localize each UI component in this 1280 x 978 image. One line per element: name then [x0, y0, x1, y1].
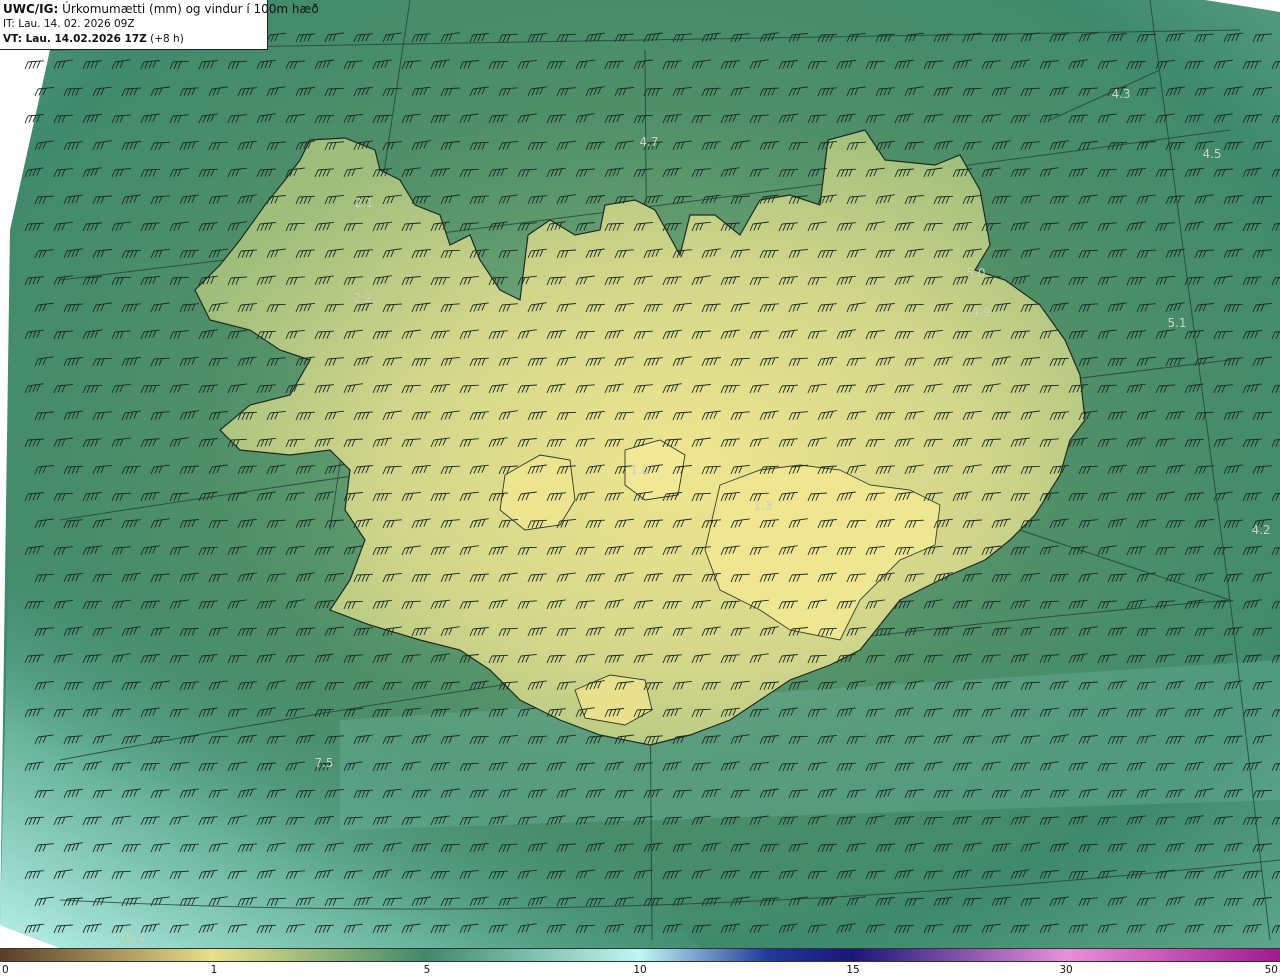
map-value-label: 5.1: [1167, 316, 1187, 330]
issue-time: IT: Lau. 14. 02. 2026 09Z: [3, 18, 135, 30]
header-info-box: UWC/IG: Úrkomumætti (mm) og vindur í 100…: [0, 0, 319, 50]
legend-tick: 0: [2, 964, 9, 976]
colorbar: [0, 948, 1280, 962]
legend-tick: 30: [1059, 964, 1073, 976]
map-value-label: 2.1: [354, 196, 374, 210]
map-value-label: 4.2: [1251, 523, 1271, 537]
map-title: Úrkomumætti (mm) og vindur í 100m hæð: [62, 2, 319, 16]
legend-tick: 1: [210, 964, 218, 976]
map-value-label: 4.7: [639, 135, 659, 149]
wind-barb: [24, 60, 44, 70]
legend-tick: 15: [846, 964, 860, 976]
header-title-line: UWC/IG: Úrkomumætti (mm) og vindur í 100…: [3, 2, 319, 17]
map-value-label: 4.5: [1202, 147, 1222, 161]
color-legend: 0 1 5 10 15 30 50: [0, 948, 1280, 978]
legend-tick: 50: [1264, 964, 1278, 976]
map-value-label: 7.5: [314, 756, 334, 770]
valid-time-line: VT: Lau. 14.02.2026 17Z (+8 h): [3, 32, 267, 47]
map-value-label: 1.3: [753, 499, 773, 513]
forecast-offset: (+8 h): [150, 33, 184, 45]
legend-tick: 5: [423, 964, 431, 976]
map-value-label: 4.9: [971, 305, 991, 319]
map-value-label: 2.2: [353, 291, 373, 305]
valid-time: VT: Lau. 14.02.2026 17Z: [3, 33, 147, 45]
map-value-label: 1.0: [630, 463, 650, 477]
legend-tick: 10: [633, 964, 647, 976]
map-value-label: 4.3: [1111, 87, 1131, 101]
model-name: UWC/IG:: [3, 2, 59, 16]
map-value-label: 10.4: [118, 931, 146, 945]
map-area: 4.3 4.5 4.7 2.1 2.2 5.0 4.9 5.1 4.2 1.0 …: [0, 0, 1280, 948]
map-value-label: 5.0: [966, 266, 986, 280]
